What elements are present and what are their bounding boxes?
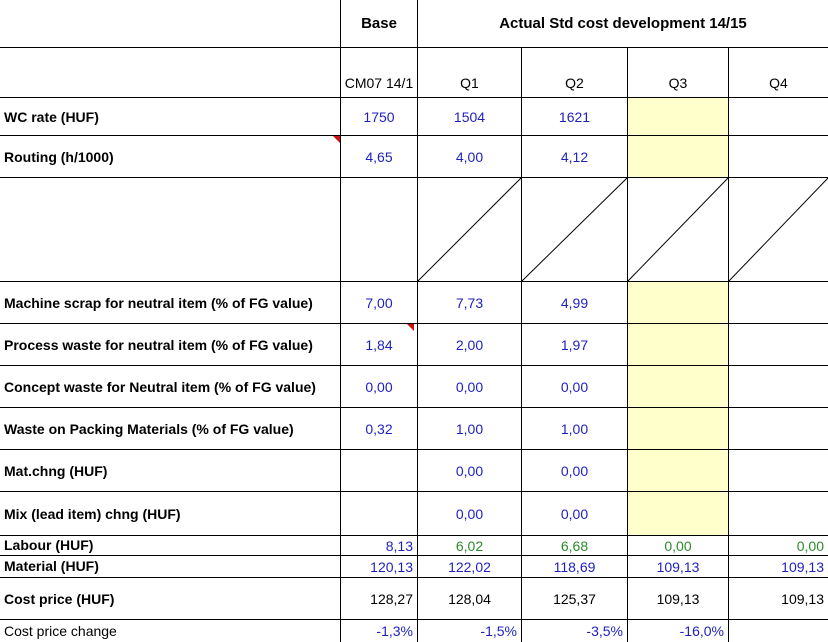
cell-mix-base: [341, 492, 418, 536]
cell-change-q1: -1,5%: [418, 620, 522, 642]
col-header-q3: Q3: [628, 48, 729, 98]
cell-labour-q3: 0,00: [628, 536, 729, 556]
cell-routing-q1: 4,00: [418, 136, 522, 178]
cost-table: Base Actual Std cost development 14/15 C…: [0, 0, 828, 642]
cell-wc-q4: [729, 98, 828, 136]
cell-process-base: 1,84: [341, 324, 418, 366]
cell-labour-q2: 6,68: [522, 536, 628, 556]
col-header-base: CM07 14/1: [341, 48, 418, 98]
cell-routing-q2: 4,12: [522, 136, 628, 178]
comment-indicator-icon: [333, 136, 340, 143]
diagonal-cell-q4: [729, 178, 828, 282]
diagonal-line-icon: [522, 178, 627, 281]
row-label-mat-chng: Mat.chng (HUF): [0, 450, 341, 492]
diagonal-line-icon: [418, 178, 521, 281]
cell-wc-base: 1750: [341, 98, 418, 136]
cell-process-q3: [628, 324, 729, 366]
row-label-cost-change: Cost price change: [0, 620, 341, 642]
cell-process-q1: 2,00: [418, 324, 522, 366]
header-actual: Actual Std cost development 14/15: [418, 0, 828, 48]
cell-mix-q1: 0,00: [418, 492, 522, 536]
cell-material-q2: 118,69: [522, 556, 628, 578]
cell-packing-q2: 1,00: [522, 408, 628, 450]
cell-matchng-q3: [628, 450, 729, 492]
cell-change-q2: -3,5%: [522, 620, 628, 642]
cell-routing-q3: [628, 136, 729, 178]
cell-concept-base: 0,00: [341, 366, 418, 408]
cell-concept-q2: 0,00: [522, 366, 628, 408]
cell-wc-q3: [628, 98, 729, 136]
cell-cost-q3: 109,13: [628, 578, 729, 620]
cell-material-q1: 122,02: [418, 556, 522, 578]
subheader-corner: [0, 48, 341, 98]
col-header-q4: Q4: [729, 48, 828, 98]
header-base: Base: [341, 0, 418, 48]
comment-indicator-icon: [407, 324, 414, 331]
cell-labour-q4: 0,00: [729, 536, 828, 556]
diagonal-cell-q2: [522, 178, 628, 282]
cell-material-q4: 109,13: [729, 556, 828, 578]
row-label-routing: Routing (h/1000): [0, 136, 341, 178]
cell-scrap-q1: 7,73: [418, 282, 522, 324]
cell-matchng-q2: 0,00: [522, 450, 628, 492]
row-label-material: Material (HUF): [0, 556, 341, 578]
cell-concept-q3: [628, 366, 729, 408]
cell-mix-q4: [729, 492, 828, 536]
cell-mix-q3: [628, 492, 729, 536]
cell-matchng-base: [341, 450, 418, 492]
cell-matchng-q4: [729, 450, 828, 492]
process-base-value: 1,84: [365, 336, 393, 353]
row-label-labour: Labour (HUF): [0, 536, 341, 556]
row-label-concept-waste: Concept waste for Neutral item (% of FG …: [0, 366, 341, 408]
blank-row-label: [0, 178, 341, 282]
cell-labour-base: 8,13: [341, 536, 418, 556]
cell-material-base: 120,13: [341, 556, 418, 578]
row-label-cost-price: Cost price (HUF): [0, 578, 341, 620]
cell-cost-q4: 109,13: [729, 578, 828, 620]
cell-routing-q4: [729, 136, 828, 178]
row-label-wc-rate: WC rate (HUF): [0, 98, 341, 136]
cell-cost-q1: 128,04: [418, 578, 522, 620]
cell-concept-q4: [729, 366, 828, 408]
cell-material-q3: 109,13: [628, 556, 729, 578]
cell-scrap-q3: [628, 282, 729, 324]
cell-process-q2: 1,97: [522, 324, 628, 366]
row-label-machine-scrap: Machine scrap for neutral item (% of FG …: [0, 282, 341, 324]
cell-change-base: -1,3%: [341, 620, 418, 642]
cell-concept-q1: 0,00: [418, 366, 522, 408]
blank-row-base: [341, 178, 418, 282]
cell-packing-base: 0,32: [341, 408, 418, 450]
diagonal-line-icon: [729, 178, 828, 281]
col-header-q1: Q1: [418, 48, 522, 98]
cell-wc-q1: 1504: [418, 98, 522, 136]
diagonal-cell-q3: [628, 178, 729, 282]
cell-process-q4: [729, 324, 828, 366]
cell-packing-q3: [628, 408, 729, 450]
cell-routing-base: 4,65: [341, 136, 418, 178]
cell-matchng-q1: 0,00: [418, 450, 522, 492]
cell-wc-q2: 1621: [522, 98, 628, 136]
cell-packing-q1: 1,00: [418, 408, 522, 450]
diagonal-line-icon: [628, 178, 728, 281]
diagonal-cell-q1: [418, 178, 522, 282]
cell-mix-q2: 0,00: [522, 492, 628, 536]
row-label-mix-chng: Mix (lead item) chng (HUF): [0, 492, 341, 536]
routing-label-text: Routing (h/1000): [4, 149, 114, 165]
cell-change-q4: [729, 620, 828, 642]
row-label-waste-packing: Waste on Packing Materials (% of FG valu…: [0, 408, 341, 450]
cell-scrap-q4: [729, 282, 828, 324]
cell-packing-q4: [729, 408, 828, 450]
cell-cost-q2: 125,37: [522, 578, 628, 620]
col-header-q2: Q2: [522, 48, 628, 98]
cell-cost-base: 128,27: [341, 578, 418, 620]
cell-change-q3: -16,0%: [628, 620, 729, 642]
header-corner: [0, 0, 341, 48]
cell-scrap-q2: 4,99: [522, 282, 628, 324]
cell-labour-q1: 6,02: [418, 536, 522, 556]
cell-scrap-base: 7,00: [341, 282, 418, 324]
row-label-process-waste: Process waste for neutral item (% of FG …: [0, 324, 341, 366]
